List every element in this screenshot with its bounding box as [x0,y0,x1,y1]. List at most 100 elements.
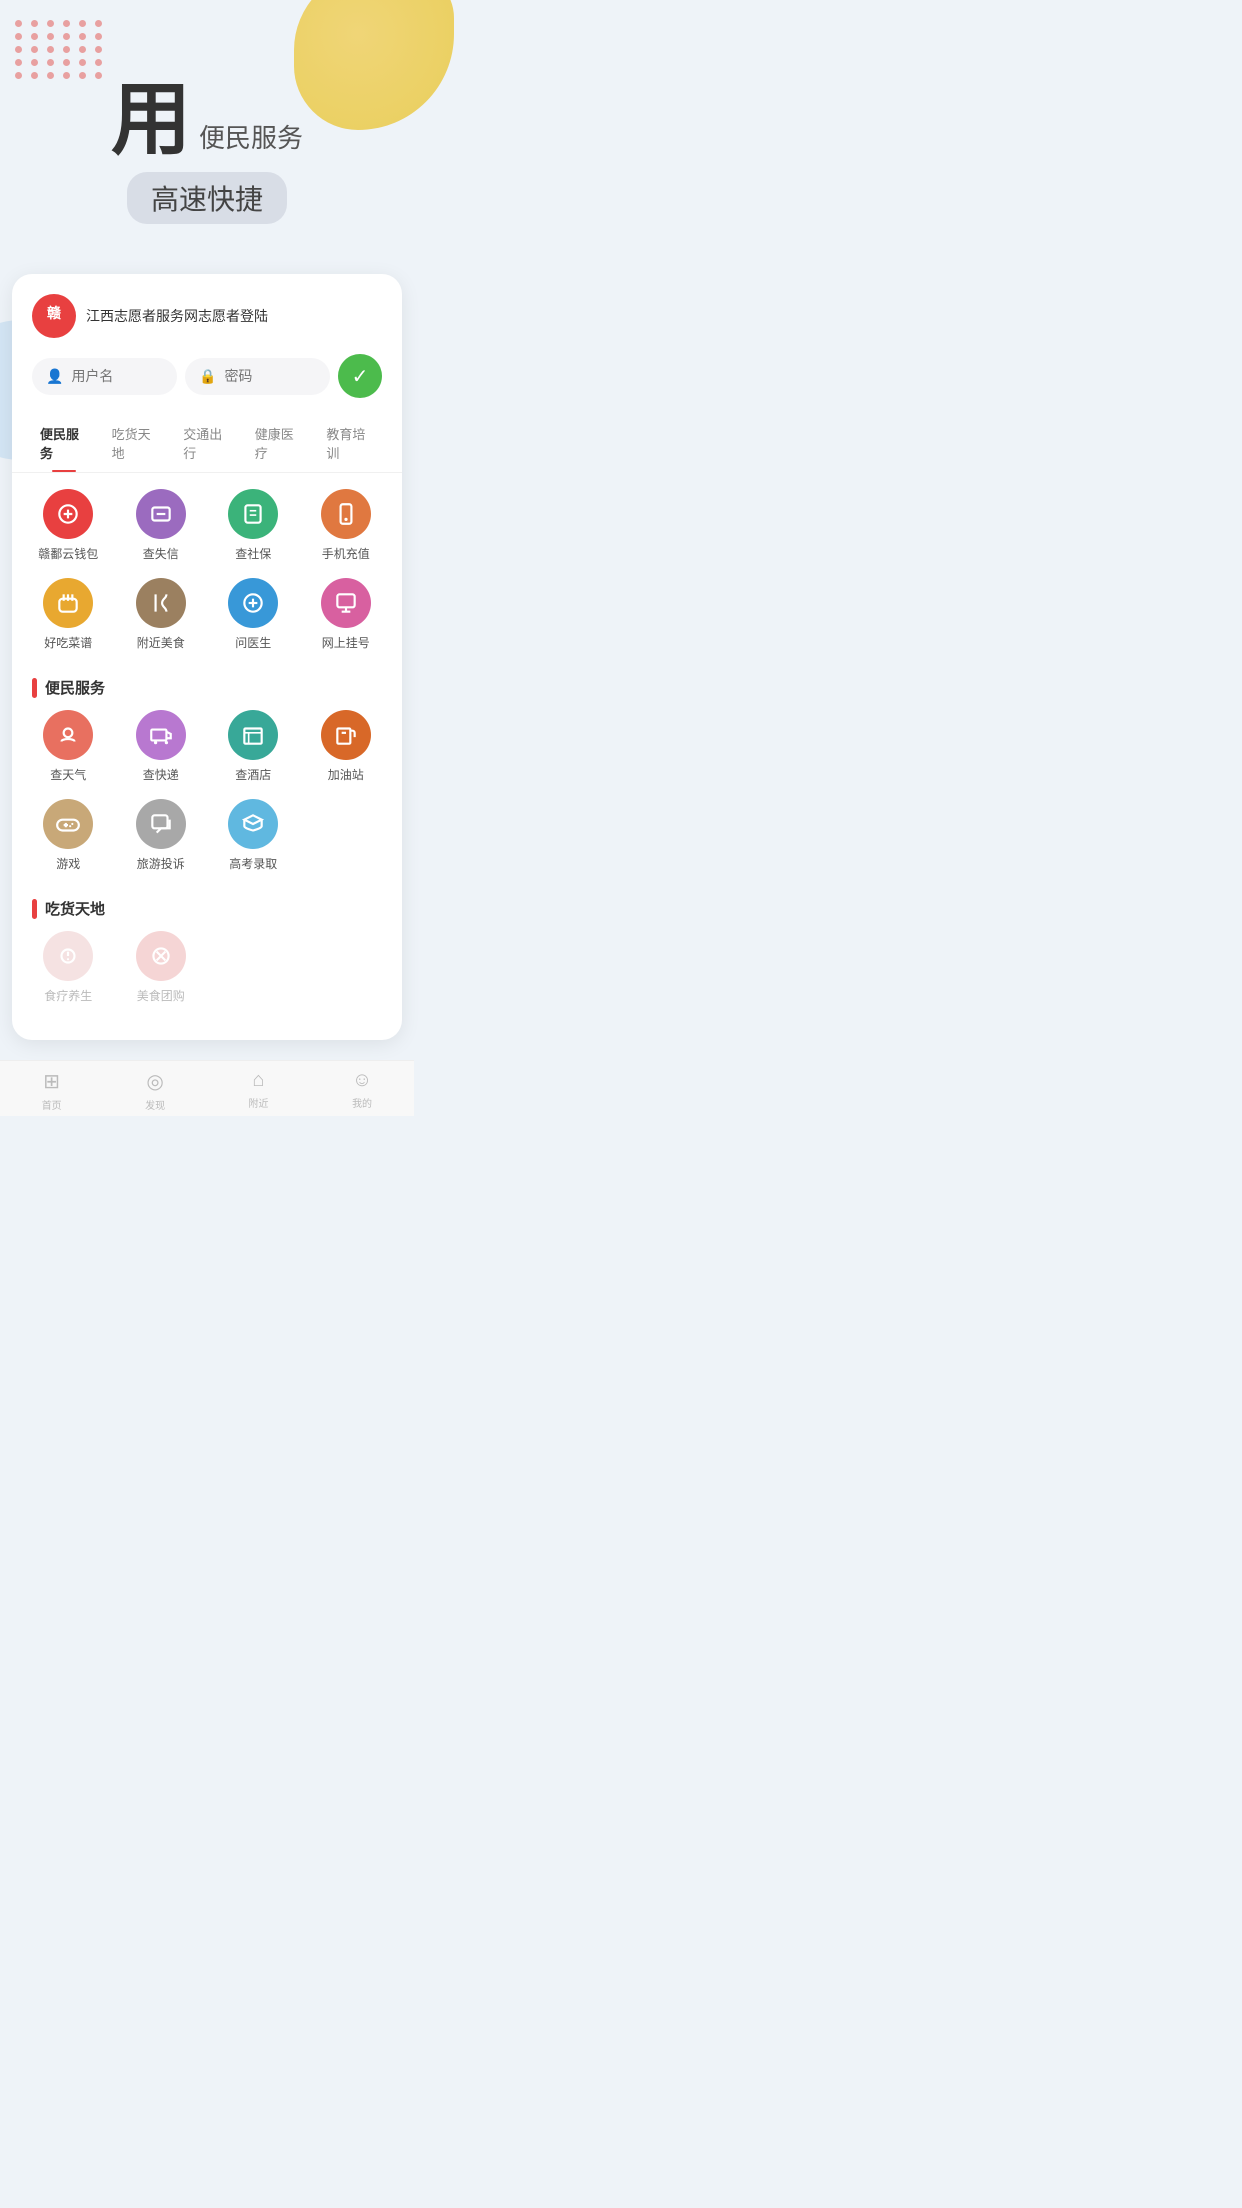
express-label: 查快递 [143,766,179,783]
food-group-label: 美食团购 [137,987,185,1004]
food-group-circle [136,931,186,981]
login-logo: 赣 [32,294,76,338]
hotel-label: 查酒店 [235,766,271,783]
section-1-header: 便民服务 [12,667,402,710]
tab-jiankang[interactable]: 健康医疗 [243,414,315,472]
icon-credit[interactable]: 查失信 [115,489,208,562]
icon-gas-station[interactable]: 加油站 [300,710,393,783]
bottom-nav-discover[interactable]: ◎ 发现 [145,1069,165,1112]
section-2-header: 吃货天地 [12,888,402,931]
social-security-label: 查社保 [235,545,271,562]
weather-circle [43,710,93,760]
icon-food-group[interactable]: 美食团购 [115,931,208,1004]
game-label: 游戏 [56,855,80,872]
hero-section: 用 便民服务 高速快捷 [0,0,414,254]
login-title: 江西志愿者服务网志愿者登陆 [86,306,382,326]
check-icon: ✓ [352,364,369,389]
icon-wallet[interactable]: 赣鄱云钱包 [22,489,115,562]
tab-jiaoyu[interactable]: 教育培训 [314,414,386,472]
username-input-wrap[interactable]: 👤 [32,358,177,395]
tab-jiaotong[interactable]: 交通出行 [171,414,243,472]
login-section: 赣 江西志愿者服务网志愿者登陆 [12,274,402,354]
login-logo-text: 赣 [40,299,68,333]
user-icon: 👤 [46,368,63,385]
weather-label: 查天气 [50,766,86,783]
icon-doctor[interactable]: 问医生 [207,578,300,651]
register-label: 网上挂号 [322,634,370,651]
gas-station-circle [321,710,371,760]
food-health-label: 食疗养生 [44,987,92,1004]
bottom-nav-home[interactable]: ⊞ 首页 [42,1069,62,1112]
recharge-circle [321,489,371,539]
recipe-circle [43,578,93,628]
register-circle [321,578,371,628]
section-1-title: 便民服务 [45,677,105,698]
grid-2: 查天气 查快递 查酒店 加油站 游戏 [12,710,402,888]
icon-hotel[interactable]: 查酒店 [207,710,300,783]
recipe-label: 好吃菜谱 [44,634,92,651]
section-2-title: 吃货天地 [45,898,105,919]
nearby-food-label: 附近美食 [137,634,185,651]
bottom-nav: ⊞ 首页 ◎ 发现 ⌂ 附近 ☺ 我的 [0,1060,414,1116]
wallet-circle [43,489,93,539]
tabs: 便民服务 吃货天地 交通出行 健康医疗 教育培训 [12,414,402,473]
icon-recharge[interactable]: 手机充值 [300,489,393,562]
grid-1: 赣鄱云钱包 查失信 查社保 手机充值 好 [12,489,402,667]
username-input[interactable] [71,368,163,384]
hero-tagline: 高速快捷 [151,184,263,215]
game-circle [43,799,93,849]
icon-register[interactable]: 网上挂号 [300,578,393,651]
nearby-label: 附近 [248,1095,268,1110]
icon-weather[interactable]: 查天气 [22,710,115,783]
icon-nearby-food[interactable]: 附近美食 [115,578,208,651]
food-health-circle [43,931,93,981]
login-inputs: 👤 🔒 ✓ [12,354,402,414]
main-card: 赣 江西志愿者服务网志愿者登陆 👤 🔒 ✓ 便民服务 吃货天地 交通出行 健康医… [12,274,402,1040]
icon-game[interactable]: 游戏 [22,799,115,872]
nearby-icon: ⌂ [252,1069,264,1092]
icon-food-health[interactable]: 食疗养生 [22,931,115,1004]
gas-station-label: 加油站 [328,766,364,783]
doctor-circle [228,578,278,628]
doctor-label: 问医生 [235,634,271,651]
mine-label: 我的 [352,1095,372,1110]
credit-label: 查失信 [143,545,179,562]
bottom-nav-nearby[interactable]: ⌂ 附近 [248,1069,268,1112]
hero-sub-text: 便民服务 [199,118,303,155]
nearby-food-circle [136,578,186,628]
tourism-complaint-label: 旅游投诉 [137,855,185,872]
home-icon: ⊞ [43,1069,60,1094]
tab-chihuo[interactable]: 吃货天地 [100,414,172,472]
gaokao-label: 高考录取 [229,855,277,872]
tourism-complaint-circle [136,799,186,849]
hero-big-char: 用 [111,80,191,160]
icon-recipe[interactable]: 好吃菜谱 [22,578,115,651]
password-input[interactable] [224,368,316,384]
icon-gaokao[interactable]: 高考录取 [207,799,300,872]
login-button[interactable]: ✓ [338,354,382,398]
wallet-label: 赣鄱云钱包 [38,545,98,562]
express-circle [136,710,186,760]
home-label: 首页 [42,1097,62,1112]
bottom-nav-mine[interactable]: ☺ 我的 [352,1069,372,1112]
password-input-wrap[interactable]: 🔒 [185,358,330,395]
hero-title-row: 用 便民服务 [30,80,384,160]
lock-icon: 🔒 [199,368,216,385]
section-1-dot [32,678,37,698]
icon-social-security[interactable]: 查社保 [207,489,300,562]
credit-circle [136,489,186,539]
hero-tagline-wrap: 高速快捷 [127,172,287,224]
social-security-circle [228,489,278,539]
svg-text:赣: 赣 [47,305,62,321]
gaokao-circle [228,799,278,849]
hotel-circle [228,710,278,760]
icon-express[interactable]: 查快递 [115,710,208,783]
discover-icon: ◎ [146,1069,163,1094]
discover-label: 发现 [145,1097,165,1112]
grid-3: 食疗养生 美食团购 [12,931,402,1020]
recharge-label: 手机充值 [322,545,370,562]
icon-tourism-complaint[interactable]: 旅游投诉 [115,799,208,872]
section-2-dot [32,899,37,919]
mine-icon: ☺ [352,1069,372,1092]
tab-bianmin[interactable]: 便民服务 [28,414,100,472]
